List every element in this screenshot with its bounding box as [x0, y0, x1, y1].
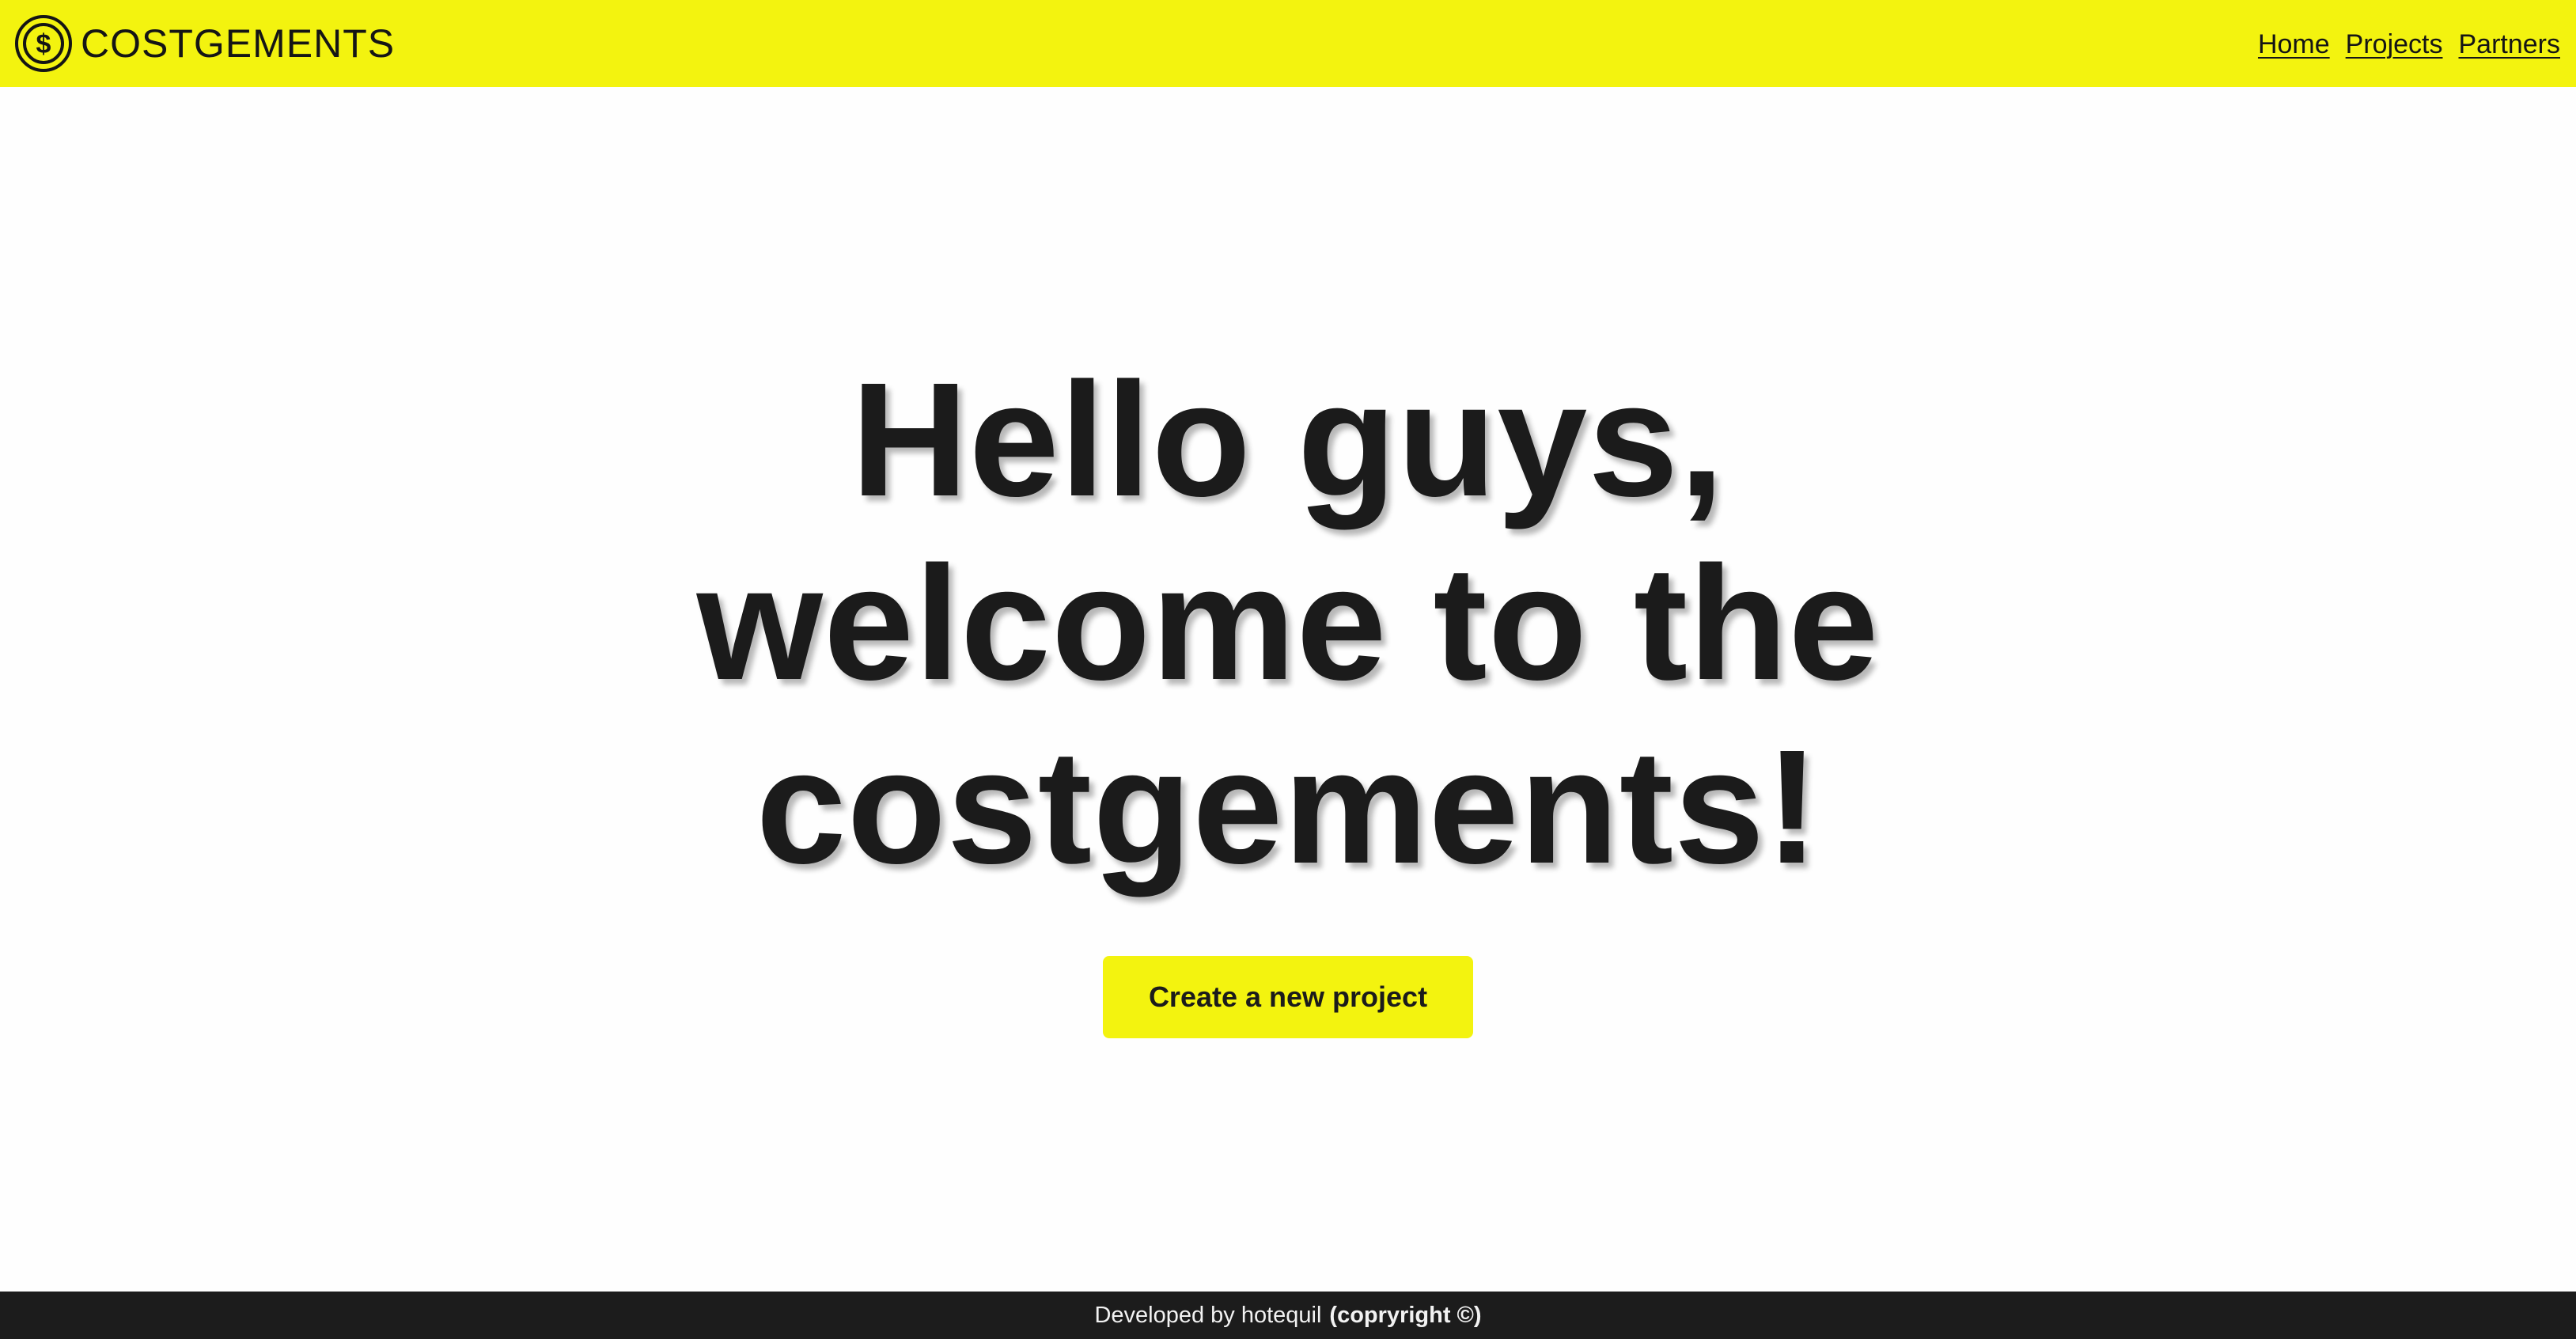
page: $ COSTGEMENTS Home Projects Partners Hel… — [0, 0, 2576, 1339]
hero-title: Hello guys, welcome to the costgements! — [696, 349, 1880, 897]
create-project-button[interactable]: Create a new project — [1103, 956, 1473, 1038]
top-header: $ COSTGEMENTS Home Projects Partners — [0, 0, 2576, 87]
main-nav: Home Projects Partners — [2258, 25, 2560, 63]
nav-link-home[interactable]: Home — [2258, 29, 2330, 60]
brand-link[interactable]: $ COSTGEMENTS — [14, 13, 395, 74]
dollar-coin-icon: $ — [15, 15, 72, 72]
nav-link-partners[interactable]: Partners — [2459, 29, 2561, 60]
hero-section: Hello guys, welcome to the costgements! — [0, 348, 2576, 899]
footer-developed-by: Developed by hotequil — [1094, 1302, 1322, 1328]
footer: Developed by hotequil (copryright ©) — [0, 1292, 2576, 1339]
footer-copyright: (copryright ©) — [1329, 1302, 1482, 1328]
brand-name: COSTGEMENTS — [81, 21, 396, 66]
nav-link-projects[interactable]: Projects — [2346, 29, 2443, 60]
svg-text:$: $ — [36, 29, 51, 59]
